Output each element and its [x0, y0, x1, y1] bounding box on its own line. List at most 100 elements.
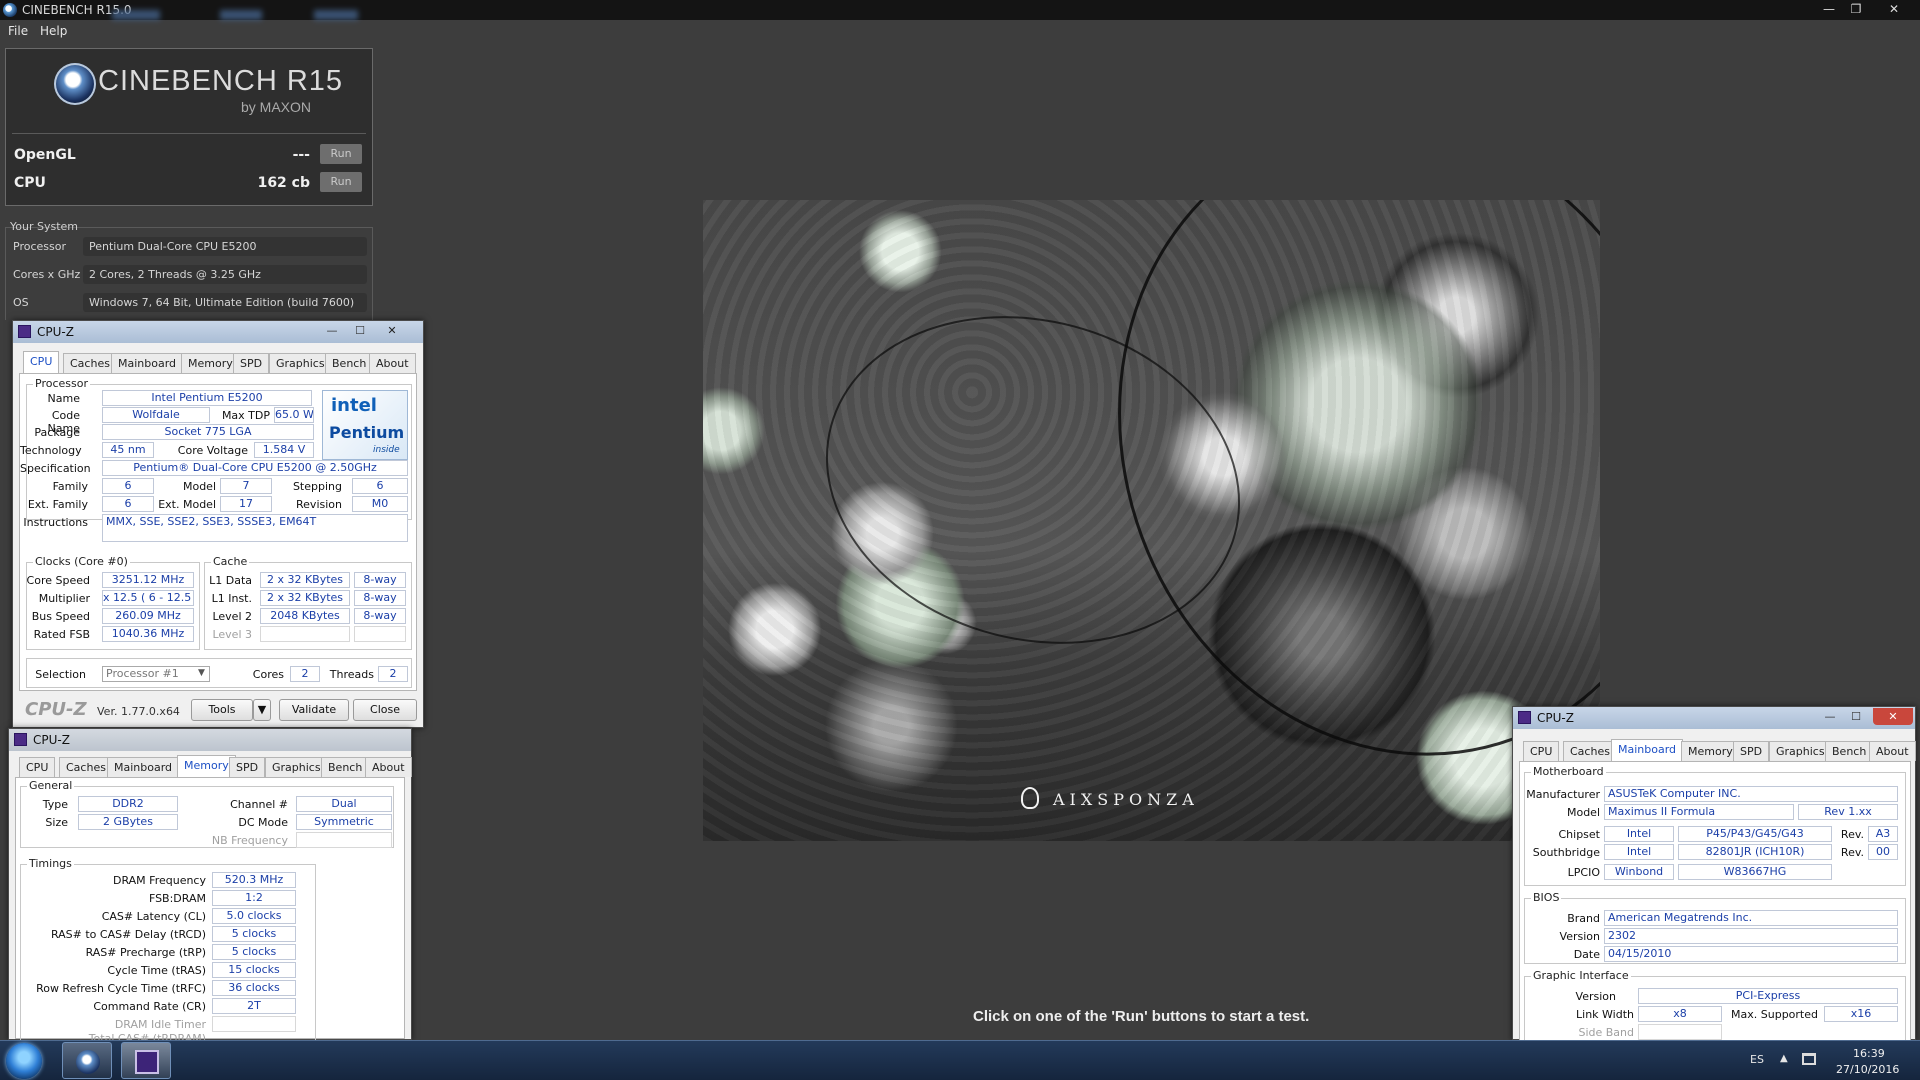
- field-label: Ext. Model: [158, 498, 216, 511]
- your-system-panel: Your System Processor Pentium Dual-Core …: [5, 220, 373, 320]
- level-2-way-field: 8-way: [354, 608, 406, 624]
- nb-frequency-field: [296, 832, 392, 848]
- cinebench-app-icon: [3, 3, 17, 17]
- tab-spd[interactable]: SPD: [1733, 741, 1770, 761]
- tab-bench[interactable]: Bench: [321, 757, 370, 777]
- field-label: Model: [182, 480, 216, 493]
- tab-about[interactable]: About: [1869, 741, 1916, 761]
- cpuz-cpu-content: Processor Name Intel Pentium E5200 Code …: [19, 373, 417, 691]
- menu-file[interactable]: File: [8, 24, 28, 38]
- tab-cpu[interactable]: CPU: [23, 351, 60, 373]
- tab-mainboard[interactable]: Mainboard: [107, 757, 180, 777]
- tab-mainboard[interactable]: Mainboard: [1611, 739, 1684, 761]
- restore-button[interactable]: ❐: [1840, 0, 1872, 18]
- stepping-field: 6: [352, 478, 408, 494]
- main-title-bar: CINEBENCH R15.0 — ❐ ✕: [0, 0, 1920, 20]
- l1-data-way-field: 8-way: [354, 572, 406, 588]
- tab-cpu[interactable]: CPU: [19, 757, 56, 777]
- revision-field: M0: [352, 496, 408, 512]
- cpuz-close-button[interactable]: ✕: [1873, 708, 1913, 725]
- clock-date[interactable]: 27/10/2016: [1836, 1063, 1899, 1076]
- tray-expand-arrow-icon[interactable]: ▲: [1780, 1053, 1788, 1064]
- field-label: Date: [1573, 948, 1600, 961]
- pentium-logo-text: Pentium: [329, 423, 405, 442]
- field-label: Specification: [20, 462, 91, 475]
- timing-value-empty: [212, 1016, 296, 1032]
- field-label: DC Mode: [238, 816, 288, 829]
- channel-field: Dual: [296, 796, 392, 812]
- field-label: Bus Speed: [31, 610, 90, 623]
- tab-caches[interactable]: Caches: [1563, 741, 1617, 761]
- system-label: Processor: [13, 240, 66, 253]
- cinebench-taskbar-icon: [76, 1050, 100, 1074]
- tab-cpu[interactable]: CPU: [1523, 741, 1560, 761]
- cpuz-memory-titlebar: CPU-Z: [9, 729, 411, 751]
- tab-spd[interactable]: SPD: [229, 757, 266, 777]
- blurred-title-fragment: [112, 10, 160, 20]
- tab-about[interactable]: About: [365, 757, 412, 777]
- field-label: Multiplier: [38, 592, 90, 605]
- graphic-version-field: PCI-Express: [1638, 988, 1898, 1004]
- cpuz-minimize-button[interactable]: —: [319, 322, 345, 339]
- tab-memory[interactable]: Memory: [177, 755, 236, 777]
- cpu-run-button[interactable]: Run: [320, 172, 362, 192]
- menu-help[interactable]: Help: [40, 24, 67, 38]
- tab-bench[interactable]: Bench: [1825, 741, 1874, 761]
- cpuz-close-text-button[interactable]: Close: [353, 699, 417, 721]
- timing-label: Row Refresh Cycle Time (tRFC): [36, 982, 206, 995]
- tab-memory[interactable]: Memory: [1681, 741, 1740, 761]
- timing-value: 5 clocks: [212, 926, 296, 942]
- lpcio-field: W83667HG: [1678, 864, 1832, 880]
- tab-spd[interactable]: SPD: [233, 353, 270, 373]
- selection-dropdown[interactable]: Processor #1: [102, 666, 210, 682]
- cpuz-close-button[interactable]: ✕: [379, 322, 405, 339]
- board-model-field: Maximus II Formula: [1604, 804, 1794, 820]
- southbridge-vendor-field: Intel: [1604, 844, 1674, 860]
- field-label: Selection: [35, 668, 86, 681]
- tab-caches[interactable]: Caches: [59, 757, 113, 777]
- field-label: Southbridge: [1532, 846, 1600, 859]
- rated-fsb-field: 1040.36 MHz: [102, 626, 194, 642]
- timing-label: DRAM Idle Timer: [114, 1018, 206, 1031]
- specification-field: Pentium® Dual-Core CPU E5200 @ 2.50GHz: [102, 460, 408, 476]
- your-system-title: Your System: [10, 220, 78, 233]
- cpuz-maximize-button[interactable]: ☐: [1843, 708, 1869, 725]
- tab-about[interactable]: About: [369, 353, 416, 373]
- keyboard-language-indicator[interactable]: ES: [1750, 1053, 1764, 1066]
- tools-button[interactable]: Tools: [191, 699, 253, 721]
- clock-time[interactable]: 16:39: [1853, 1047, 1885, 1060]
- tab-graphics[interactable]: Graphics: [1769, 741, 1832, 761]
- instructions-field: MMX, SSE, SSE2, SSE3, SSSE3, EM64T: [102, 514, 408, 542]
- field-label: Rated FSB: [33, 628, 90, 641]
- taskbar-cpuz-button[interactable]: [121, 1042, 171, 1079]
- cpuz-maximize-button[interactable]: ☐: [347, 322, 373, 339]
- system-value: Pentium Dual-Core CPU E5200: [83, 237, 367, 256]
- network-icon[interactable]: [1802, 1053, 1816, 1065]
- tab-mainboard[interactable]: Mainboard: [111, 353, 184, 373]
- start-button-windows-icon[interactable]: [6, 1043, 42, 1079]
- tab-memory[interactable]: Memory: [181, 353, 240, 373]
- close-button[interactable]: ✕: [1878, 0, 1910, 18]
- core-speed-field: 3251.12 MHz: [102, 572, 194, 588]
- system-label: OS: [13, 296, 29, 309]
- opengl-score: ---: [292, 147, 310, 163]
- field-label: Level 2: [212, 610, 252, 623]
- tab-graphics[interactable]: Graphics: [269, 353, 332, 373]
- opengl-run-button[interactable]: Run: [320, 144, 362, 164]
- l1-data-field: 2 x 32 KBytes: [260, 572, 350, 588]
- tab-graphics[interactable]: Graphics: [265, 757, 328, 777]
- memory-size-field: 2 GBytes: [78, 814, 178, 830]
- tab-caches[interactable]: Caches: [63, 353, 117, 373]
- cpuz-window-title: CPU-Z: [33, 733, 70, 747]
- package-field: Socket 775 LGA: [102, 424, 314, 440]
- cpuz-minimize-button[interactable]: —: [1817, 708, 1843, 725]
- tab-bench[interactable]: Bench: [325, 353, 374, 373]
- chevron-down-icon[interactable]: ▼: [198, 668, 205, 678]
- validate-button[interactable]: Validate: [279, 699, 349, 721]
- cpuz-app-icon: [1518, 711, 1531, 724]
- taskbar-cinebench-button[interactable]: [62, 1042, 112, 1079]
- threads-field: 2: [378, 666, 408, 682]
- cinebench-logo-subtitle: by MAXON: [241, 99, 312, 115]
- tools-dropdown-icon[interactable]: ▼: [253, 699, 271, 721]
- opengl-label: OpenGL: [14, 147, 76, 163]
